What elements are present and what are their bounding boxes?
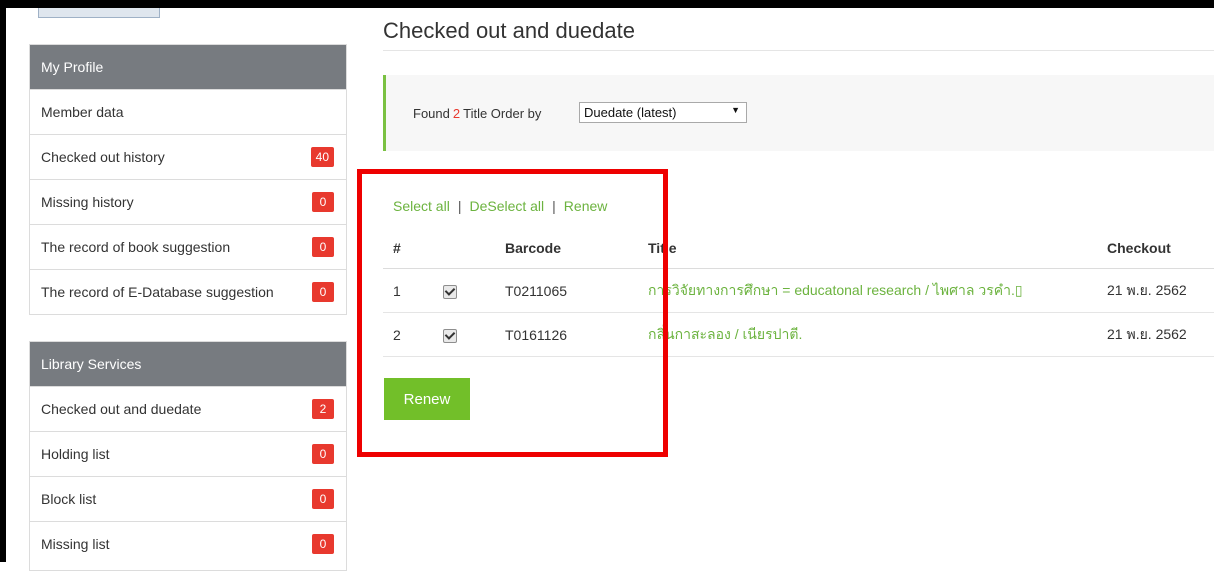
found-count: 2 bbox=[452, 106, 461, 121]
services-panel: Library Services Checked out and duedate… bbox=[29, 341, 347, 571]
row-title-link[interactable]: การวิจัยทางการศึกษา = educatonal researc… bbox=[648, 282, 1023, 298]
frame-border-left bbox=[0, 0, 6, 562]
sidebar-item-missing-list[interactable]: Missing list 0 bbox=[30, 521, 346, 566]
row-checkout-date: 21 พ.ย. 2562 bbox=[1107, 312, 1214, 357]
count-badge: 0 bbox=[312, 534, 334, 554]
sidebar-item-label: Block list bbox=[41, 491, 97, 507]
sidebar-item-missing-history[interactable]: Missing history 0 bbox=[30, 179, 346, 224]
sidebar-item-member-data[interactable]: Member data bbox=[30, 89, 346, 134]
sidebar-item-holding-list[interactable]: Holding list 0 bbox=[30, 431, 346, 476]
frame-border-top bbox=[0, 0, 1214, 8]
results-summary-box: Found 2 Title Order by Duedate (latest) ▼ bbox=[383, 75, 1214, 151]
profile-panel: My Profile Member data Checked out histo… bbox=[29, 44, 347, 315]
count-badge: 0 bbox=[312, 237, 334, 257]
row-title-cell: กลิ่นกาสะลอง / เนียรปาตี. bbox=[648, 312, 1107, 357]
row-title-link[interactable]: กลิ่นกาสะลอง / เนียรปาตี. bbox=[648, 326, 802, 342]
row-checkout-date: 21 พ.ย. 2562 bbox=[1107, 268, 1214, 313]
annotation-highlight-box bbox=[357, 169, 668, 457]
sidebar-item-label: The record of E-Database suggestion bbox=[41, 284, 274, 300]
count-badge: 0 bbox=[312, 489, 334, 509]
sidebar-item-block-list[interactable]: Block list 0 bbox=[30, 476, 346, 521]
count-badge: 0 bbox=[312, 444, 334, 464]
page-title: Checked out and duedate bbox=[383, 18, 635, 43]
order-by-label: Title Order by bbox=[463, 106, 542, 121]
sidebar-item-checked-out-history[interactable]: Checked out history 40 bbox=[30, 134, 346, 179]
count-badge: 2 bbox=[312, 399, 334, 419]
sidebar-item-edatabase-suggestion[interactable]: The record of E-Database suggestion 0 bbox=[30, 269, 346, 314]
sidebar-item-label: The record of book suggestion bbox=[41, 239, 231, 255]
sidebar-item-checked-out-duedate[interactable]: Checked out and duedate 2 bbox=[30, 386, 346, 431]
sidebar-item-book-suggestion[interactable]: The record of book suggestion 0 bbox=[30, 224, 346, 269]
row-title-cell: การวิจัยทางการศึกษา = educatonal researc… bbox=[648, 268, 1107, 313]
dropdown-caret-icon: ▼ bbox=[731, 105, 740, 115]
sidebar-item-label: Member data bbox=[41, 104, 124, 120]
title-divider bbox=[383, 50, 1214, 51]
column-header-checkout: Checkout bbox=[1107, 228, 1214, 269]
column-header-title: Title bbox=[648, 228, 1107, 269]
logo-image bbox=[38, 8, 160, 18]
sort-order-value: Duedate (latest) bbox=[584, 105, 677, 120]
sidebar-item-label: Holding list bbox=[41, 446, 110, 462]
sidebar-item-label: Checked out and duedate bbox=[41, 401, 202, 417]
services-panel-header: Library Services bbox=[30, 342, 346, 386]
found-label: Found bbox=[413, 106, 450, 121]
results-summary: Found 2 Title Order by bbox=[413, 106, 541, 121]
profile-panel-header: My Profile bbox=[30, 45, 346, 89]
count-badge: 0 bbox=[312, 282, 334, 302]
sort-order-select[interactable]: Duedate (latest) ▼ bbox=[579, 102, 747, 123]
sidebar-item-label: Missing list bbox=[41, 536, 110, 552]
sidebar-item-label: Checked out history bbox=[41, 149, 165, 165]
count-badge: 0 bbox=[312, 192, 334, 212]
sidebar-item-label: Missing history bbox=[41, 194, 134, 210]
count-badge: 40 bbox=[310, 147, 334, 167]
